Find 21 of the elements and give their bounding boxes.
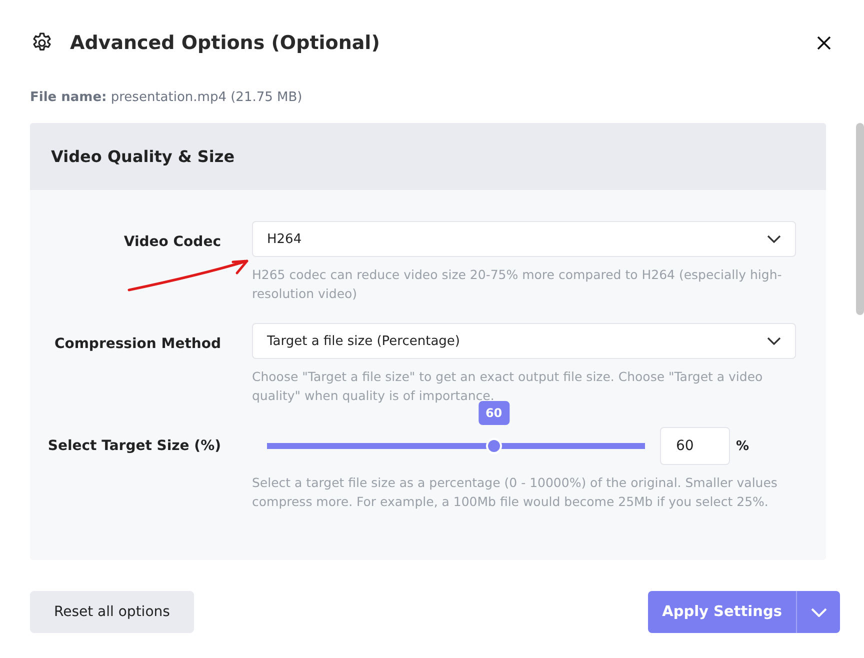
scrollbar[interactable] bbox=[856, 123, 864, 315]
help-text: Select a target file size as a percentage (0 - 10000%) of the original. Smaller values compress more. For example, a 100Mb file would become 25Mb if you select 25%. bbox=[252, 474, 778, 511]
dropdown-field[interactable]: Target a file size (Percentage) bbox=[252, 323, 796, 359]
help-text: H265 codec can reduce video size 20-75% more compared to H264 (especially high-resolution video) bbox=[252, 266, 783, 303]
chevron-down-icon bbox=[767, 337, 781, 345]
dropdown-field[interactable]: H264 bbox=[252, 221, 796, 257]
reset-button[interactable]: Reset all options bbox=[30, 591, 194, 633]
close-icon[interactable] bbox=[816, 35, 832, 51]
dialog-title: Advanced Options (Optional) bbox=[70, 32, 381, 54]
field-label: Compression Method bbox=[53, 335, 221, 354]
field-label: Select Target Size (%) bbox=[46, 437, 221, 456]
file-name-label: File name: bbox=[30, 90, 107, 105]
chevron-down-icon bbox=[767, 235, 781, 243]
number-input[interactable]: 60 bbox=[660, 427, 730, 465]
slider-thumb[interactable] bbox=[486, 438, 502, 454]
field-label: Video Codec bbox=[122, 233, 221, 252]
unit-label: % bbox=[736, 438, 750, 454]
slider-value-badge: 60 bbox=[478, 401, 510, 425]
section-title: Video Quality & Size bbox=[51, 147, 235, 166]
chevron-down-icon bbox=[810, 608, 826, 616]
file-name-value: presentation.mp4 (21.75 MB) bbox=[110, 90, 302, 105]
